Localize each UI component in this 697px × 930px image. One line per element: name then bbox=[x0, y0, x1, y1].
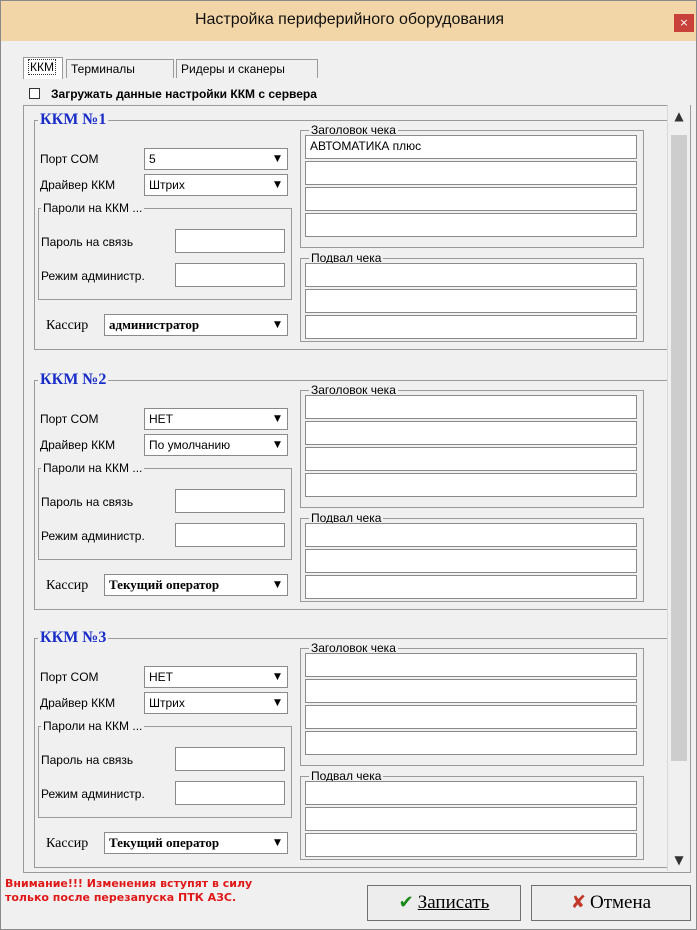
receipt-header-line[interactable] bbox=[305, 731, 637, 755]
pass-admin-label: Режим администр. bbox=[41, 787, 145, 801]
chevron-down-icon[interactable]: ▼ bbox=[268, 833, 287, 853]
tab-readers-scanners[interactable]: Ридеры и сканеры bbox=[176, 59, 318, 78]
receipt-header-line[interactable] bbox=[305, 473, 637, 497]
scroll-up-icon[interactable]: ▲ bbox=[668, 105, 690, 127]
receipt-footer-line[interactable] bbox=[305, 549, 637, 573]
passwords-group: Пароли на ККМ ... Пароль на связь Режим ад… bbox=[38, 461, 292, 560]
receipt-footer-group: Подвал чека bbox=[300, 251, 644, 342]
settings-window: Настройка периферийного оборудования × К… bbox=[0, 0, 697, 930]
receipt-header-line[interactable] bbox=[305, 653, 637, 677]
tab-kkm[interactable]: ККМ bbox=[23, 57, 63, 79]
kkm-block-1: ККМ №1 Порт COM 5 ▼ Драйвер ККМ Штрих ▼ Пароли … bbox=[34, 112, 669, 350]
receipt-footer-line[interactable] bbox=[305, 781, 637, 805]
pass-link-label: Пароль на связь bbox=[41, 753, 134, 767]
pass-link-input[interactable] bbox=[175, 489, 285, 513]
cashier-label: Кассир bbox=[46, 836, 89, 851]
pass-link-input[interactable] bbox=[175, 747, 285, 771]
scroll-down-icon[interactable]: ▼ bbox=[668, 849, 690, 871]
driver-label: Драйвер ККМ bbox=[40, 438, 116, 452]
receipt-header-line[interactable] bbox=[305, 187, 637, 211]
driver-label: Драйвер ККМ bbox=[40, 178, 116, 192]
receipt-header-group: Заголовок чека АВТОМАТИКА плюс bbox=[300, 123, 644, 248]
kkm-title: ККМ №2 bbox=[38, 371, 109, 388]
chevron-down-icon[interactable]: ▼ bbox=[268, 693, 287, 713]
pass-admin-input[interactable] bbox=[175, 781, 285, 805]
port-com-select[interactable]: НЕТ ▼ bbox=[144, 408, 288, 430]
cross-icon: ✘ bbox=[570, 892, 586, 913]
window-title: Настройка периферийного оборудования bbox=[194, 11, 505, 28]
driver-select[interactable]: Штрих ▼ bbox=[144, 692, 288, 714]
kkm-scroll-area[interactable]: ККМ №1 Порт COM 5 ▼ Драйвер ККМ Штрих ▼ Пароли … bbox=[23, 105, 691, 873]
cashier-select[interactable]: Текущий оператор ▼ bbox=[104, 574, 288, 596]
receipt-header-line[interactable] bbox=[305, 421, 637, 445]
receipt-footer-line[interactable] bbox=[305, 833, 637, 857]
port-com-label: Порт COM bbox=[40, 412, 99, 426]
kkm-block-2: ККМ №2 Порт COM НЕТ ▼ Драйвер ККМ По умолчани… bbox=[34, 372, 669, 610]
load-from-server-checkbox[interactable] bbox=[29, 88, 40, 99]
cashier-select[interactable]: Текущий оператор ▼ bbox=[104, 832, 288, 854]
check-icon: ✔ bbox=[398, 892, 414, 913]
receipt-footer-line[interactable] bbox=[305, 523, 637, 547]
pass-link-label: Пароль на связь bbox=[41, 495, 134, 509]
receipt-header-line[interactable] bbox=[305, 447, 637, 471]
receipt-header-line[interactable] bbox=[305, 705, 637, 729]
receipt-footer-line[interactable] bbox=[305, 315, 637, 339]
passwords-group: Пароли на ККМ ... Пароль на связь Режим ад… bbox=[38, 719, 292, 818]
receipt-header-line[interactable] bbox=[305, 213, 637, 237]
cashier-label: Кассир bbox=[46, 578, 89, 593]
save-button[interactable]: ✔ Записать bbox=[367, 885, 521, 921]
pass-admin-label: Режим администр. bbox=[41, 529, 145, 543]
chevron-down-icon[interactable]: ▼ bbox=[268, 149, 287, 169]
chevron-down-icon[interactable]: ▼ bbox=[268, 175, 287, 195]
passwords-group: Пароли на ККМ ... Пароль на связь Режим ад… bbox=[38, 201, 292, 300]
driver-label: Драйвер ККМ bbox=[40, 696, 116, 710]
scrollbar-thumb[interactable] bbox=[671, 135, 687, 761]
receipt-footer-group: Подвал чека bbox=[300, 511, 644, 602]
kkm-title: ККМ №1 bbox=[38, 111, 109, 128]
chevron-down-icon[interactable]: ▼ bbox=[268, 667, 287, 687]
kkm-block-3: ККМ №3 Порт COM НЕТ ▼ Драйвер ККМ Штрих ▼ Парол… bbox=[34, 630, 669, 868]
port-com-label: Порт COM bbox=[40, 670, 99, 684]
title-bar[interactable]: Настройка периферийного оборудования × bbox=[1, 1, 696, 41]
cancel-button[interactable]: ✘ Отмена bbox=[531, 885, 691, 921]
receipt-footer-group: Подвал чека bbox=[300, 769, 644, 860]
kkm-title: ККМ №3 bbox=[38, 629, 109, 646]
chevron-down-icon[interactable]: ▼ bbox=[268, 435, 287, 455]
driver-select[interactable]: По умолчанию ▼ bbox=[144, 434, 288, 456]
chevron-down-icon[interactable]: ▼ bbox=[268, 315, 287, 335]
pass-admin-input[interactable] bbox=[175, 523, 285, 547]
receipt-footer-line[interactable] bbox=[305, 807, 637, 831]
receipt-header-line[interactable] bbox=[305, 395, 637, 419]
receipt-header-group: Заголовок чека bbox=[300, 641, 644, 766]
pass-admin-input[interactable] bbox=[175, 263, 285, 287]
cashier-label: Кассир bbox=[46, 318, 89, 333]
restart-warning: Внимание!!! Изменения вступят в силу тол… bbox=[5, 877, 253, 904]
chevron-down-icon[interactable]: ▼ bbox=[268, 575, 287, 595]
receipt-footer-line[interactable] bbox=[305, 263, 637, 287]
cashier-select[interactable]: администратор ▼ bbox=[104, 314, 288, 336]
pass-link-input[interactable] bbox=[175, 229, 285, 253]
receipt-footer-line[interactable] bbox=[305, 289, 637, 313]
close-button[interactable]: × bbox=[674, 14, 694, 32]
port-com-select[interactable]: 5 ▼ bbox=[144, 148, 288, 170]
tab-terminals[interactable]: Терминалы bbox=[66, 59, 174, 78]
receipt-header-line[interactable] bbox=[305, 161, 637, 185]
port-com-select[interactable]: НЕТ ▼ bbox=[144, 666, 288, 688]
receipt-header-line[interactable]: АВТОМАТИКА плюс bbox=[305, 135, 637, 159]
load-from-server-label: Загружать данные настройки ККМ с сервера bbox=[51, 87, 317, 101]
vertical-scrollbar[interactable]: ▲ ▼ bbox=[667, 105, 690, 871]
driver-select[interactable]: Штрих ▼ bbox=[144, 174, 288, 196]
receipt-header-group: Заголовок чека bbox=[300, 383, 644, 508]
pass-link-label: Пароль на связь bbox=[41, 235, 134, 249]
pass-admin-label: Режим администр. bbox=[41, 269, 145, 283]
receipt-footer-line[interactable] bbox=[305, 575, 637, 599]
receipt-header-line[interactable] bbox=[305, 679, 637, 703]
chevron-down-icon[interactable]: ▼ bbox=[268, 409, 287, 429]
port-com-label: Порт COM bbox=[40, 152, 99, 166]
